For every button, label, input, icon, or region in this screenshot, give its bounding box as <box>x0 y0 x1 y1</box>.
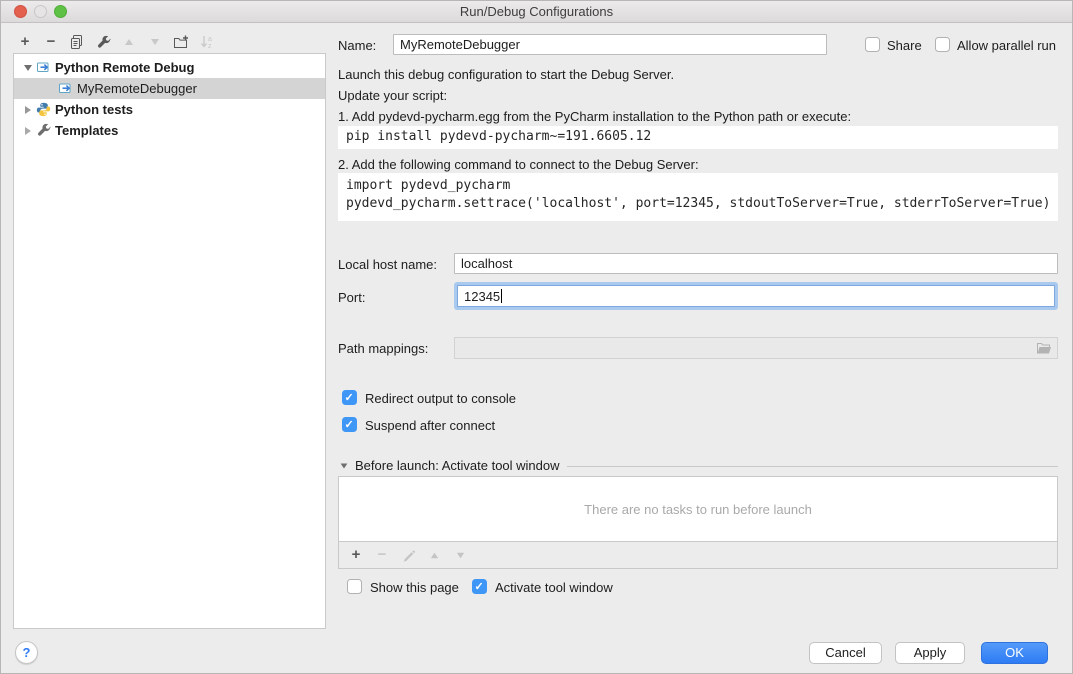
arrow-up-icon <box>123 36 135 48</box>
svg-text:a: a <box>208 36 212 43</box>
window-title: Run/Debug Configurations <box>1 1 1072 23</box>
instruction-line-1: Launch this debug configuration to start… <box>338 67 674 82</box>
settrace-code-block: import pydevd_pycharm pydevd_pycharm.set… <box>338 173 1058 221</box>
local-host-name-label: Local host name: <box>338 257 437 272</box>
configurations-toolbar: + − a z <box>17 32 215 52</box>
minus-icon: − <box>378 547 387 563</box>
add-task-button[interactable]: + <box>348 547 364 563</box>
sort-configurations-button[interactable]: a z <box>199 34 215 50</box>
sort-az-icon: a z <box>199 34 215 50</box>
pip-install-code-block: pip install pydevd-pycharm~=191.6605.12 <box>338 126 1058 149</box>
task-list-toolbar: + − <box>338 542 1058 569</box>
suspend-after-connect-label: Suspend after connect <box>365 418 495 433</box>
tree-item-templates[interactable]: Templates <box>14 120 325 141</box>
before-launch-task-list[interactable]: There are no tasks to run before launch <box>338 476 1058 542</box>
copy-configuration-button[interactable] <box>69 34 85 50</box>
pencil-icon <box>402 549 415 562</box>
configurations-tree: Python Remote Debug MyRemoteDebugger Pyt… <box>13 53 326 629</box>
move-task-up-button[interactable] <box>426 547 442 563</box>
share-checkbox[interactable] <box>865 37 880 52</box>
tree-item-myremotedebugger[interactable]: MyRemoteDebugger <box>14 78 325 99</box>
remote-debug-config-icon <box>36 60 51 75</box>
move-task-down-button[interactable] <box>452 547 468 563</box>
tree-item-python-remote-debug[interactable]: Python Remote Debug <box>14 57 325 78</box>
python-icon <box>36 102 51 117</box>
path-mappings-label: Path mappings: <box>338 341 428 356</box>
new-folder-icon <box>173 34 189 50</box>
copy-icon <box>69 34 85 50</box>
plus-icon: + <box>352 547 361 563</box>
allow-parallel-run-label: Allow parallel run <box>957 38 1056 53</box>
collapse-section-icon[interactable] <box>341 463 348 468</box>
expand-collapse-icon[interactable] <box>20 127 36 135</box>
port-label: Port: <box>338 290 365 305</box>
tree-item-label: MyRemoteDebugger <box>77 81 197 96</box>
local-host-name-input[interactable] <box>454 253 1058 274</box>
redirect-output-label: Redirect output to console <box>365 391 516 406</box>
text-cursor <box>501 289 502 303</box>
move-up-button[interactable] <box>121 34 137 50</box>
expand-collapse-icon[interactable] <box>20 106 36 114</box>
arrow-up-icon <box>429 550 440 561</box>
activate-tool-window-checkbox[interactable] <box>472 579 487 594</box>
wrench-icon <box>96 35 111 50</box>
tree-item-label: Python tests <box>55 102 133 117</box>
tree-item-python-tests[interactable]: Python tests <box>14 99 325 120</box>
redirect-output-checkbox[interactable] <box>342 390 357 405</box>
name-label: Name: <box>338 38 376 53</box>
ok-button[interactable]: OK <box>981 642 1048 664</box>
title-bar: Run/Debug Configurations <box>1 1 1072 23</box>
arrow-down-icon <box>149 36 161 48</box>
empty-task-list-text: There are no tasks to run before launch <box>584 502 812 517</box>
arrow-down-icon <box>455 550 466 561</box>
tree-item-label: Templates <box>55 123 118 138</box>
svg-text:z: z <box>208 43 212 50</box>
instruction-step-2: 2. Add the following command to connect … <box>338 157 699 172</box>
add-configuration-button[interactable]: + <box>17 34 33 50</box>
show-this-page-checkbox[interactable] <box>347 579 362 594</box>
port-value: 12345 <box>464 289 500 304</box>
plus-icon: + <box>21 34 30 50</box>
expand-collapse-icon[interactable] <box>20 65 36 71</box>
move-down-button[interactable] <box>147 34 163 50</box>
templates-wrench-icon <box>36 123 51 138</box>
remove-configuration-button[interactable]: − <box>43 34 59 50</box>
create-folder-button[interactable] <box>173 34 189 50</box>
port-input[interactable]: 12345 <box>457 285 1055 307</box>
instruction-step-1: 1. Add pydevd-pycharm.egg from the PyCha… <box>338 109 851 124</box>
browse-folder-icon[interactable] <box>1036 341 1052 355</box>
run-debug-configurations-dialog: { "window": { "title": "Run/Debug Config… <box>0 0 1073 674</box>
remove-task-button[interactable]: − <box>374 547 390 563</box>
section-divider <box>567 466 1058 467</box>
help-icon: ? <box>23 645 31 660</box>
cancel-button[interactable]: Cancel <box>809 642 882 664</box>
share-label: Share <box>887 38 922 53</box>
help-button[interactable]: ? <box>15 641 38 664</box>
allow-parallel-run-checkbox[interactable] <box>935 37 950 52</box>
minus-icon: − <box>47 34 56 50</box>
before-launch-section-header[interactable]: Before launch: Activate tool window <box>340 458 1058 473</box>
before-launch-title: Before launch: Activate tool window <box>355 458 560 473</box>
activate-tool-window-label: Activate tool window <box>495 580 613 595</box>
name-input[interactable] <box>393 34 827 55</box>
edit-task-button[interactable] <box>400 547 416 563</box>
instruction-line-2: Update your script: <box>338 88 447 103</box>
remote-debug-config-icon <box>58 81 73 96</box>
tree-item-label: Python Remote Debug <box>55 60 194 75</box>
edit-templates-button[interactable] <box>95 34 111 50</box>
apply-button[interactable]: Apply <box>895 642 965 664</box>
show-this-page-label: Show this page <box>370 580 459 595</box>
path-mappings-input[interactable] <box>454 337 1058 359</box>
suspend-after-connect-checkbox[interactable] <box>342 417 357 432</box>
